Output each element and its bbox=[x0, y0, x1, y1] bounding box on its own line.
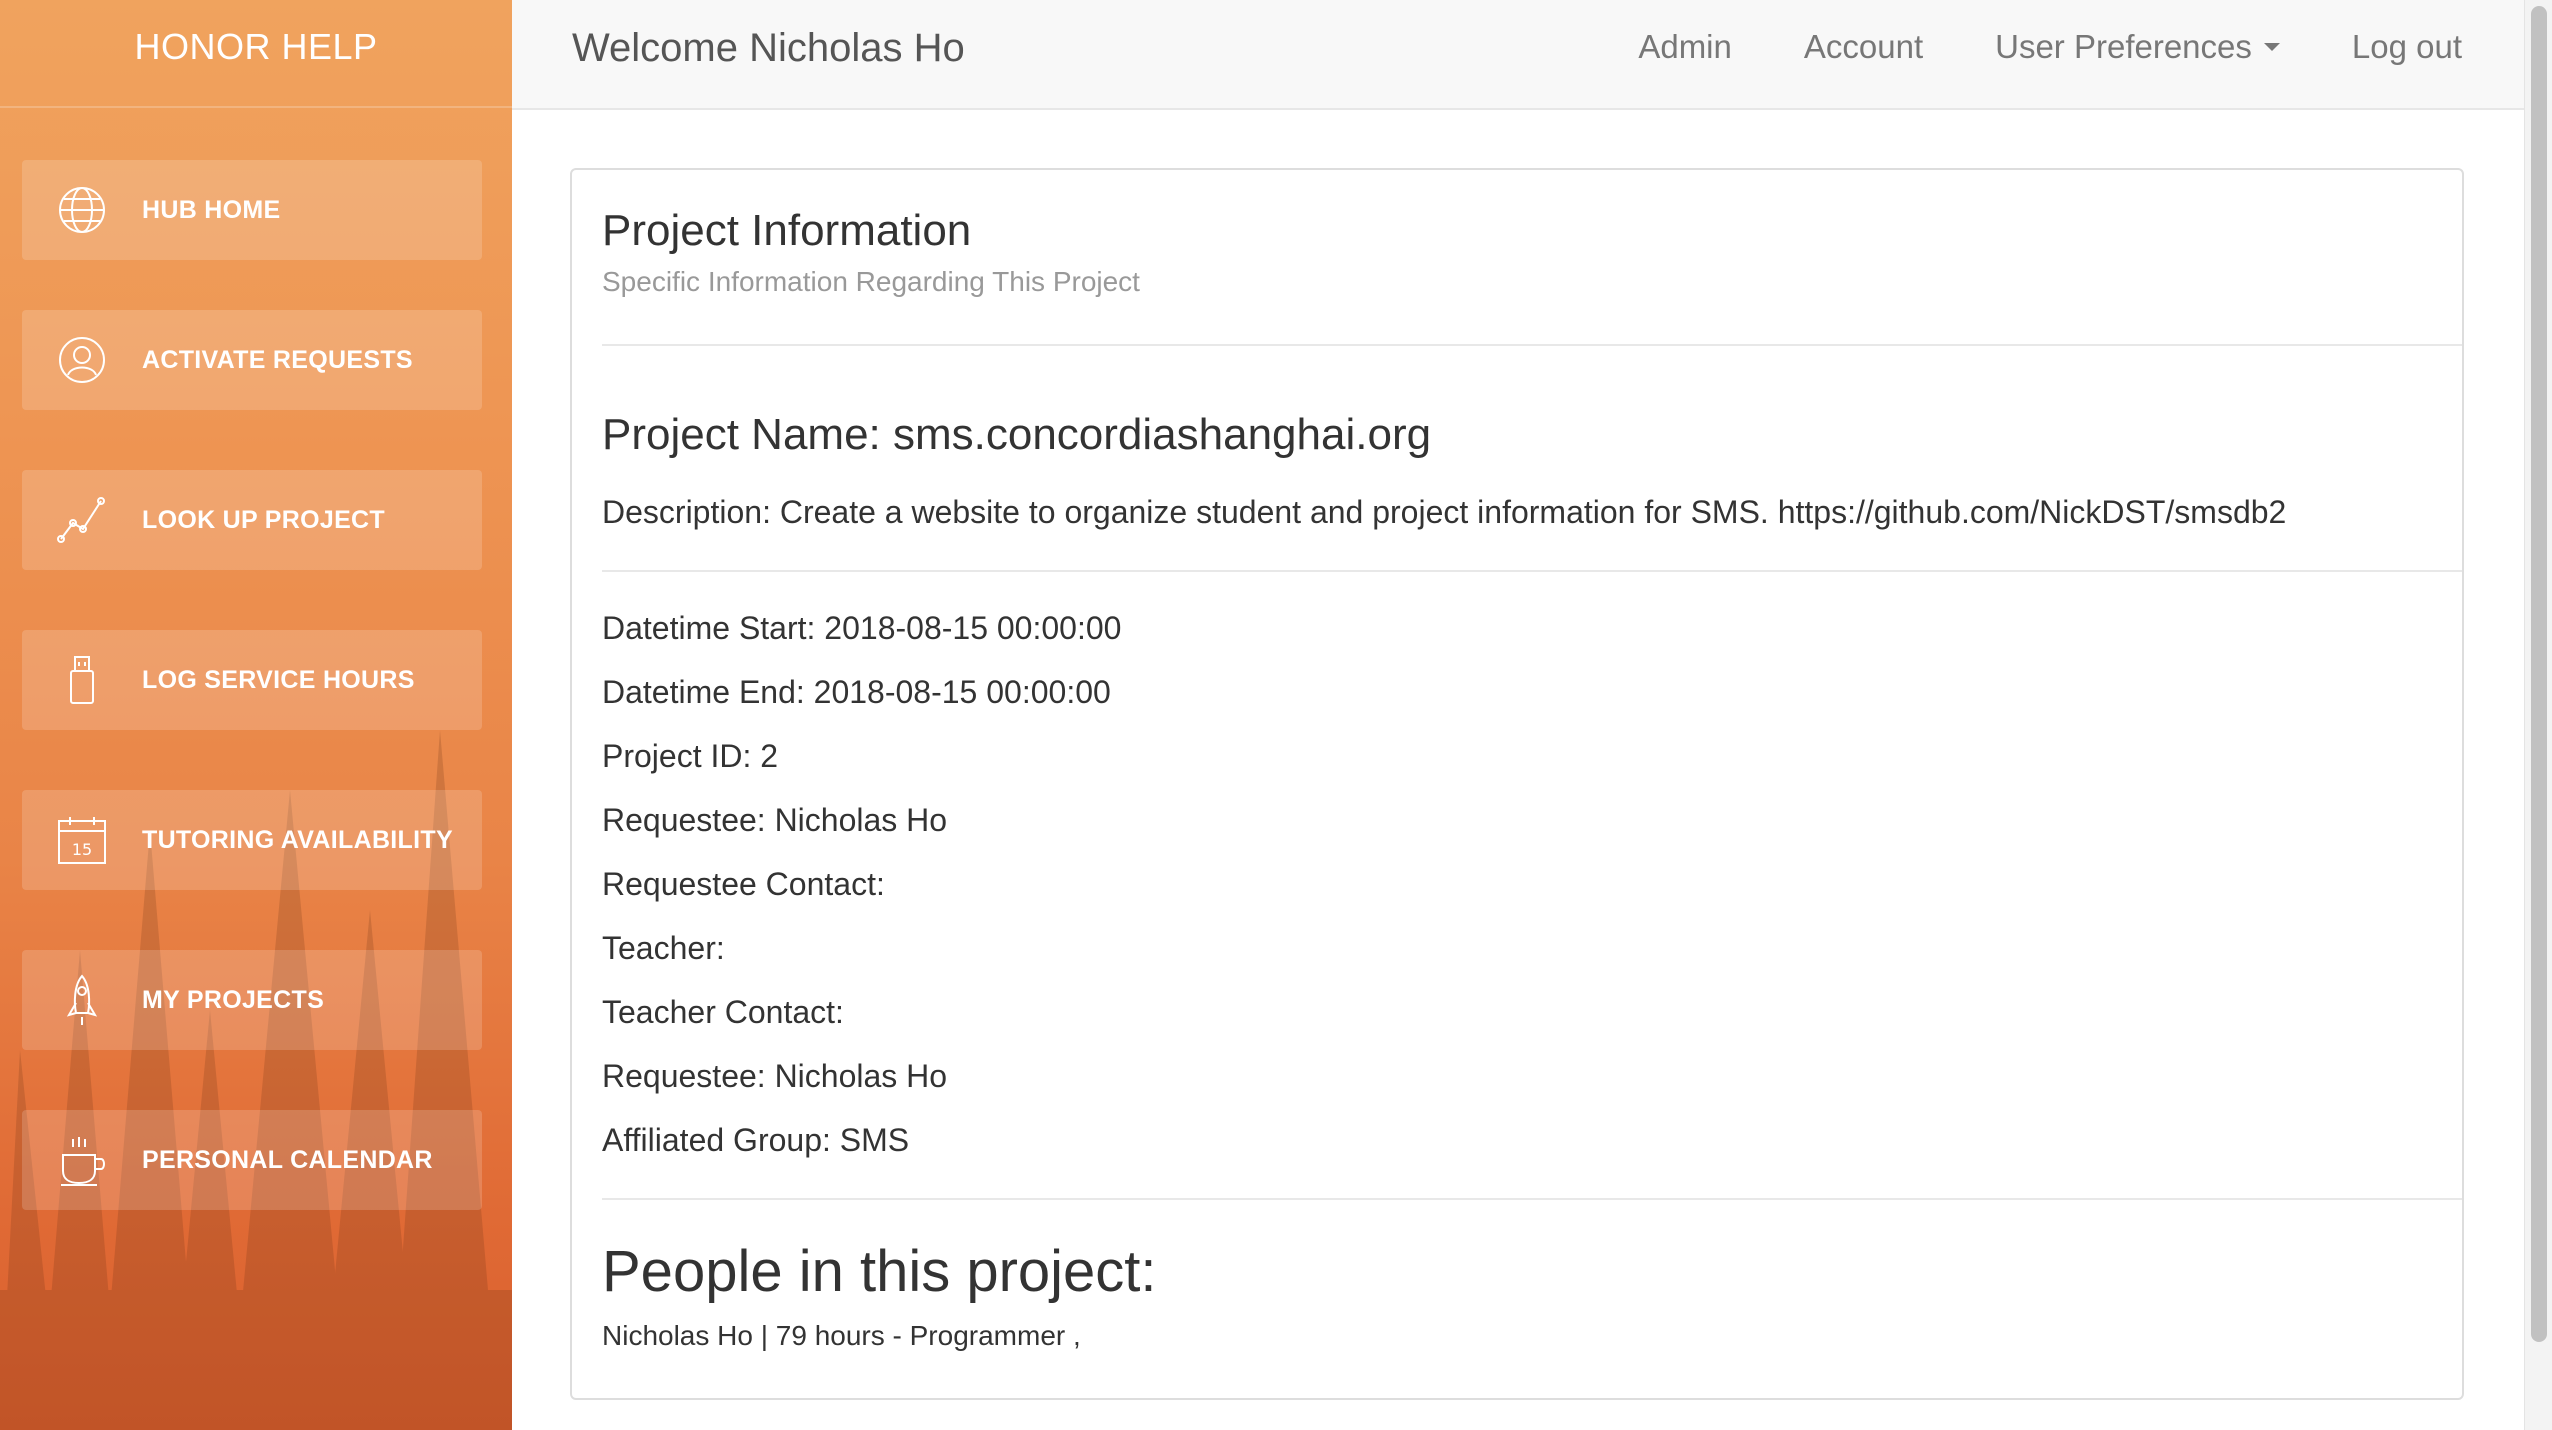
user-preferences-label: User Preferences bbox=[1995, 28, 2252, 65]
page-scrollbar[interactable] bbox=[2524, 0, 2552, 1430]
coffee-cup-icon bbox=[52, 1130, 112, 1190]
sidebar-item-label: ACTIVATE REQUESTS bbox=[142, 345, 413, 374]
admin-link[interactable]: Admin bbox=[1638, 28, 1732, 66]
sidebar-item-tutoring-availability[interactable]: 15 TUTORING AVAILABILITY bbox=[22, 790, 482, 890]
divider bbox=[602, 344, 2462, 346]
account-link[interactable]: Account bbox=[1804, 28, 1923, 66]
sidebar-item-label: MY PROJECTS bbox=[142, 985, 325, 1014]
requestee-contact: Requestee Contact: bbox=[602, 866, 885, 902]
requestee: Requestee: Nicholas Ho bbox=[602, 802, 948, 838]
welcome-message: Welcome Nicholas Ho bbox=[572, 26, 965, 70]
sidebar-item-personal-calendar[interactable]: PERSONAL CALENDAR bbox=[22, 1110, 482, 1210]
scrollbar-thumb[interactable] bbox=[2531, 6, 2547, 1342]
globe-icon bbox=[52, 180, 112, 240]
sidebar-item-look-up-project[interactable]: LOOK UP PROJECT bbox=[22, 470, 482, 570]
sidebar-item-label: LOG SERVICE HOURS bbox=[142, 665, 415, 694]
sidebar-item-label: TUTORING AVAILABILITY bbox=[142, 825, 453, 854]
logout-link[interactable]: Log out bbox=[2352, 28, 2462, 66]
svg-text:15: 15 bbox=[72, 840, 92, 859]
top-navbar: Welcome Nicholas Ho Admin Account User P… bbox=[512, 0, 2524, 110]
sidebar-item-label: HUB HOME bbox=[142, 195, 281, 224]
teacher-contact: Teacher Contact: bbox=[602, 994, 844, 1030]
user-icon bbox=[52, 330, 112, 390]
project-description: Description: Create a website to organiz… bbox=[602, 494, 2287, 530]
divider bbox=[602, 1198, 2462, 1200]
sidebar: HONOR HELP HUB HOME ACTIVATE REQUESTS LO… bbox=[0, 0, 512, 1430]
rocket-icon bbox=[52, 970, 112, 1030]
requestee-repeat: Requestee: Nicholas Ho bbox=[602, 1058, 948, 1094]
user-preferences-dropdown[interactable]: User Preferences bbox=[1995, 28, 2280, 66]
sidebar-item-hub-home[interactable]: HUB HOME bbox=[22, 160, 482, 260]
usb-drive-icon bbox=[52, 650, 112, 710]
divider bbox=[602, 570, 2462, 572]
sidebar-item-label: PERSONAL CALENDAR bbox=[142, 1145, 433, 1174]
sidebar-item-my-projects[interactable]: MY PROJECTS bbox=[22, 950, 482, 1050]
project-name: Project Name: sms.concordiashanghai.org bbox=[602, 410, 1432, 459]
chevron-down-icon bbox=[2263, 43, 2280, 51]
datetime-start: Datetime Start: 2018-08-15 00:00:00 bbox=[602, 610, 1122, 646]
people-section-title: People in this project: bbox=[602, 1239, 1157, 1304]
calendar-icon: 15 bbox=[52, 810, 112, 870]
panel-title: Project Information bbox=[602, 206, 972, 255]
chart-line-icon bbox=[52, 490, 112, 550]
sidebar-item-activate-requests[interactable]: ACTIVATE REQUESTS bbox=[22, 310, 482, 410]
panel-subtitle: Specific Information Regarding This Proj… bbox=[602, 266, 1140, 297]
project-info-panel: Project Information Specific Information… bbox=[570, 168, 2464, 1400]
app-brand[interactable]: HONOR HELP bbox=[0, 0, 512, 108]
sidebar-item-label: LOOK UP PROJECT bbox=[142, 505, 385, 534]
people-list-item: Nicholas Ho | 79 hours - Programmer , bbox=[602, 1320, 1081, 1351]
teacher: Teacher: bbox=[602, 930, 725, 966]
sidebar-item-log-service-hours[interactable]: LOG SERVICE HOURS bbox=[22, 630, 482, 730]
affiliated-group: Affiliated Group: SMS bbox=[602, 1122, 910, 1158]
project-id: Project ID: 2 bbox=[602, 738, 779, 774]
datetime-end: Datetime End: 2018-08-15 00:00:00 bbox=[602, 674, 1111, 710]
top-nav-links: Admin Account User Preferences Log out bbox=[1638, 28, 2462, 66]
